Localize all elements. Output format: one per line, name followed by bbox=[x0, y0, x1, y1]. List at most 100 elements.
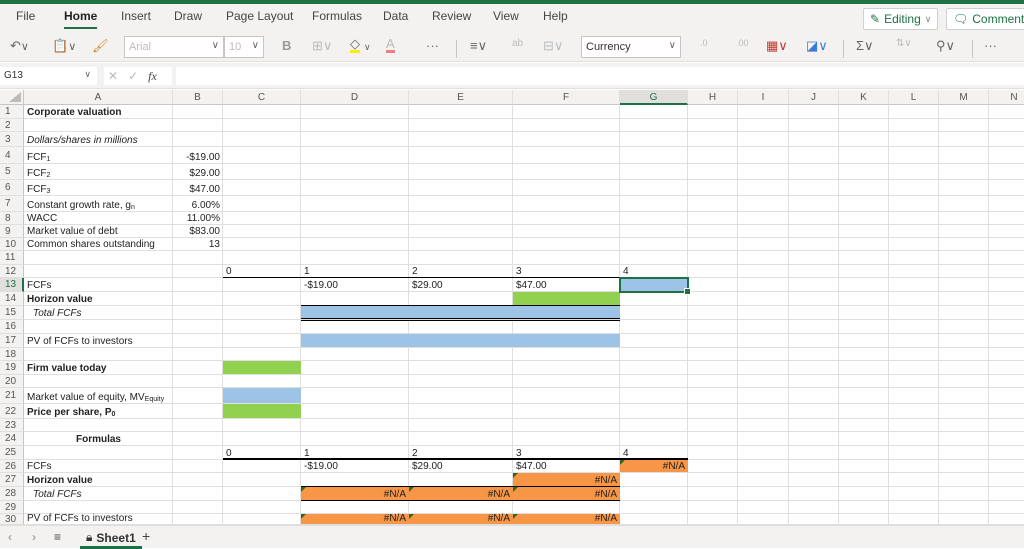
cell-e26[interactable]: $29.00 bbox=[409, 460, 513, 473]
cell-a6[interactable]: FCF 3 bbox=[24, 180, 173, 196]
bold-button[interactable]: B bbox=[282, 38, 291, 53]
menu-draw[interactable]: Draw bbox=[174, 9, 202, 23]
cell-f27[interactable]: #N/A bbox=[513, 473, 620, 487]
row-header-6[interactable]: 6 bbox=[0, 180, 24, 196]
cell-e13[interactable]: $29.00 bbox=[409, 278, 513, 292]
number-format-select[interactable]: Currency ∨ bbox=[581, 36, 681, 58]
row-header-3[interactable]: 3 bbox=[0, 132, 24, 147]
cell-a1[interactable]: Corporate valuation bbox=[24, 105, 173, 119]
add-sheet-button[interactable]: + bbox=[142, 528, 150, 544]
cell-b7[interactable]: 6.00% bbox=[173, 196, 223, 212]
spreadsheet-grid[interactable]: A B C D E F G H I J K L M N 1 2 3 4 5 6 7 8 9 10 11 12 13 14 15 16 17 1… bbox=[0, 90, 1024, 525]
font-size-select[interactable]: 10 ∨ bbox=[224, 36, 264, 58]
function-icon[interactable]: fx bbox=[148, 69, 157, 84]
format-as-table-icon[interactable]: ◪∨ bbox=[806, 38, 828, 54]
cell-a9[interactable]: Market value of debt bbox=[24, 225, 173, 238]
cell-f28[interactable]: #N/A bbox=[513, 487, 620, 501]
cell-d30[interactable]: #N/A bbox=[301, 513, 409, 525]
menu-help[interactable]: Help bbox=[543, 9, 568, 23]
column-header-g[interactable]: G bbox=[620, 90, 688, 105]
column-header-k[interactable]: K bbox=[839, 90, 889, 105]
menu-data[interactable]: Data bbox=[383, 9, 408, 23]
row-header-30[interactable]: 30 bbox=[0, 514, 24, 525]
cell-d26[interactable]: -$19.00 bbox=[301, 460, 409, 473]
cell-g25[interactable]: 4 bbox=[620, 446, 688, 460]
cell-a14[interactable]: Horizon value bbox=[24, 292, 173, 306]
cell-a8[interactable]: WACC bbox=[24, 212, 173, 225]
row-header-12[interactable]: 12 bbox=[0, 265, 24, 278]
cancel-icon[interactable]: ✕ bbox=[108, 69, 118, 83]
find-icon[interactable]: ⚲∨ bbox=[936, 38, 955, 54]
conditional-format-icon[interactable]: ▦∨ bbox=[766, 38, 788, 54]
paste-icon[interactable]: 📋∨ bbox=[52, 38, 76, 54]
column-header-i[interactable]: I bbox=[738, 90, 789, 105]
menu-page-layout[interactable]: Page Layout bbox=[226, 9, 293, 23]
cell-c12[interactable]: 0 bbox=[223, 265, 301, 278]
undo-icon[interactable]: ↶∨ bbox=[10, 38, 29, 54]
cell-a7[interactable]: Constant growth rate, gn bbox=[24, 196, 173, 212]
menu-view[interactable]: View bbox=[493, 9, 519, 23]
row-header-27[interactable]: 27 bbox=[0, 473, 24, 487]
row-header-26[interactable]: 26 bbox=[0, 460, 24, 473]
row-header-8[interactable]: 8 bbox=[0, 212, 24, 225]
cell-a13[interactable]: FCFs bbox=[24, 278, 173, 292]
cell-b9[interactable]: $83.00 bbox=[173, 225, 223, 238]
next-sheet-icon[interactable]: › bbox=[32, 530, 36, 544]
cell-a4[interactable]: FCF 1 bbox=[24, 147, 173, 164]
cell-c25[interactable]: 0 bbox=[223, 446, 301, 460]
menu-home[interactable]: Home bbox=[64, 9, 98, 29]
cell-a5[interactable]: FCF 2 bbox=[24, 164, 173, 180]
select-all-corner[interactable] bbox=[0, 90, 24, 105]
row-header-18[interactable]: 18 bbox=[0, 348, 24, 361]
cell-a15[interactable]: Total FCFs bbox=[24, 306, 173, 320]
cell-e12[interactable]: 2 bbox=[409, 265, 513, 278]
cell-e25[interactable]: 2 bbox=[409, 446, 513, 460]
borders-icon[interactable]: ⊞∨ bbox=[312, 38, 332, 54]
cell-d28[interactable]: #N/A bbox=[301, 487, 409, 501]
row-header-16[interactable]: 16 bbox=[0, 320, 24, 334]
row-header-2[interactable]: 2 bbox=[0, 119, 24, 132]
row-header-5[interactable]: 5 bbox=[0, 164, 24, 180]
cell-e30[interactable]: #N/A bbox=[409, 513, 513, 525]
format-painter-icon[interactable]: 🖌 bbox=[92, 38, 109, 54]
row-header-7[interactable]: 7 bbox=[0, 196, 24, 212]
column-header-h[interactable]: H bbox=[688, 90, 738, 105]
more-options-icon[interactable]: ··· bbox=[426, 38, 439, 53]
chevron-down-icon[interactable]: ∨ bbox=[364, 42, 371, 53]
row-header-15[interactable]: 15 bbox=[0, 306, 24, 320]
column-header-j[interactable]: J bbox=[789, 90, 839, 105]
cell-g26[interactable]: #N/A bbox=[620, 460, 688, 473]
row-header-1[interactable]: 1 bbox=[0, 105, 24, 119]
column-header-n[interactable]: N bbox=[989, 90, 1024, 105]
sheet-tab[interactable]: 🔒︎ Sheet1 bbox=[80, 526, 142, 549]
row-header-28[interactable]: 28 bbox=[0, 487, 24, 501]
autosum-icon[interactable]: Σ∨ bbox=[856, 38, 874, 54]
row-header-29[interactable]: 29 bbox=[0, 501, 24, 514]
cell-f25[interactable]: 3 bbox=[513, 446, 620, 460]
more-commands-icon[interactable]: ··· bbox=[984, 38, 997, 53]
row-header-13[interactable]: 13 bbox=[0, 278, 24, 292]
wrap-text-icon[interactable]: ab bbox=[512, 38, 523, 49]
column-header-c[interactable]: C bbox=[223, 90, 301, 105]
cell-a19[interactable]: Firm value today bbox=[24, 361, 173, 375]
cell-a24[interactable]: Formulas bbox=[24, 432, 173, 446]
font-color-icon[interactable]: A bbox=[386, 37, 395, 53]
cell-a10[interactable]: Common shares outstanding bbox=[24, 238, 173, 251]
column-header-f[interactable]: F bbox=[513, 90, 620, 105]
sort-filter-icon[interactable]: ⇅∨ bbox=[896, 38, 912, 49]
column-header-b[interactable]: B bbox=[173, 90, 223, 105]
merge-icon[interactable]: ⊟∨ bbox=[543, 38, 563, 54]
cell-a27[interactable]: Horizon value bbox=[24, 473, 173, 487]
increase-decimal-icon[interactable]: .0 bbox=[700, 38, 708, 48]
decrease-decimal-icon[interactable]: .00 bbox=[736, 38, 749, 48]
comments-button[interactable]: 🗨 Comments bbox=[946, 8, 1024, 30]
cell-f26[interactable]: $47.00 bbox=[513, 460, 620, 473]
row-header-20[interactable]: 20 bbox=[0, 375, 24, 388]
cell-a22[interactable]: Price per share, P0 bbox=[24, 404, 173, 419]
cell-b10[interactable]: 13 bbox=[173, 238, 223, 251]
formula-input[interactable] bbox=[176, 67, 1024, 85]
cell-a26[interactable]: FCFs bbox=[24, 460, 173, 473]
row-header-24[interactable]: 24 bbox=[0, 432, 24, 446]
cell-f13[interactable]: $47.00 bbox=[513, 278, 620, 292]
cell-a28[interactable]: Total FCFs bbox=[24, 487, 173, 501]
